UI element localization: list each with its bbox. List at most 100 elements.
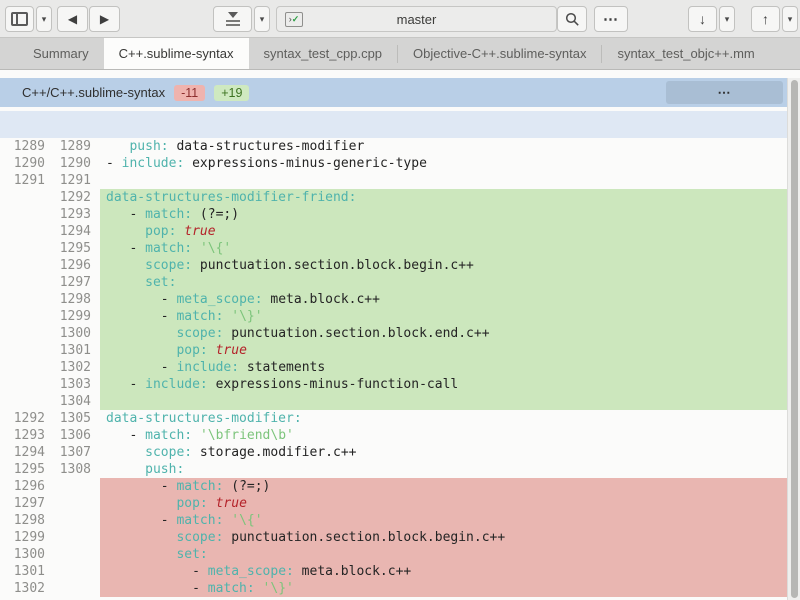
code-token	[192, 428, 200, 443]
diff-row: 1296 scope: punctuation.section.block.be…	[0, 257, 787, 274]
new-line-number: 1308	[45, 461, 91, 478]
new-line-number: 1295	[45, 240, 91, 257]
code-line: - meta_scope: meta.block.c++	[100, 563, 787, 580]
code-line: pop: true	[100, 342, 787, 359]
code-token: '\}'	[263, 581, 294, 596]
old-line-number: 1291	[0, 172, 45, 189]
overflow-menu-button[interactable]: ⋯	[594, 6, 628, 32]
code-token: match:	[176, 309, 223, 324]
file-options-button[interactable]: ⋯	[666, 81, 783, 104]
tab-bar: Summary C++.sublime-syntax syntax_test_c…	[0, 38, 800, 70]
branch-field[interactable]: ›✓	[276, 6, 557, 32]
code-token: '\{'	[231, 513, 262, 528]
code-token: match:	[176, 479, 223, 494]
old-line-number	[0, 223, 45, 240]
branch-input[interactable]	[277, 7, 556, 31]
tab-syntax-test-cpp[interactable]: syntax_test_cpp.cpp	[249, 38, 398, 69]
code-token: -	[106, 479, 176, 494]
push-dropdown[interactable]: ▾	[782, 6, 798, 32]
diff-row: 12921305data-structures-modifier:	[0, 410, 787, 427]
ellipsis-icon: ⋯	[718, 86, 732, 99]
diff-row: 1297 pop: true	[0, 495, 787, 512]
diff-row: 1302 - match: '\}'	[0, 580, 787, 597]
code-token: scope:	[145, 258, 192, 273]
code-token: match:	[176, 513, 223, 528]
chevron-down-icon: ▾	[42, 15, 47, 24]
code-token	[106, 445, 145, 460]
new-line-number	[45, 478, 91, 495]
code-token: true	[184, 224, 215, 239]
old-line-number	[0, 189, 45, 206]
old-line-number: 1298	[0, 512, 45, 529]
new-line-number	[45, 495, 91, 512]
ellipsis-icon: ⋯	[603, 12, 619, 27]
code-token: -	[106, 377, 145, 392]
old-line-number	[0, 291, 45, 308]
code-line: - match: '\{'	[100, 512, 787, 529]
tab-cpp-sublime-syntax[interactable]: C++.sublime-syntax	[104, 38, 249, 69]
code-token: meta.block.c++	[294, 564, 411, 579]
tabbar-gap	[0, 71, 800, 78]
code-token: meta.block.c++	[263, 292, 380, 307]
code-token: expressions-minus-function-call	[208, 377, 458, 392]
old-line-number	[0, 342, 45, 359]
code-token: expressions-minus-generic-type	[184, 156, 427, 171]
diff-row: 1299 - match: '\}'	[0, 308, 787, 325]
scrollbar-thumb[interactable]	[791, 80, 798, 598]
diff-row: 1296 - match: (?=;)	[0, 478, 787, 495]
code-token: storage.modifier.c++	[192, 445, 356, 460]
code-line	[100, 172, 787, 189]
file-path: C++/C++.sublime-syntax	[22, 85, 165, 100]
code-token: data-structures-modifier	[169, 139, 365, 154]
commit-button[interactable]	[213, 6, 252, 32]
diff-row: 1302 - include: statements	[0, 359, 787, 376]
sidebar-toggle-dropdown[interactable]: ▾	[36, 6, 52, 32]
sidebar-panel-icon	[11, 12, 28, 26]
push-button[interactable]: ↑	[751, 6, 780, 32]
old-line-number	[0, 376, 45, 393]
commit-dropdown[interactable]: ▾	[254, 6, 270, 32]
code-line: - include: expressions-minus-generic-typ…	[100, 155, 787, 172]
new-line-number: 1305	[45, 410, 91, 427]
commit-icon	[226, 12, 240, 26]
code-token: match:	[145, 207, 192, 222]
forward-button[interactable]: ▶	[89, 6, 120, 32]
code-token: -	[106, 292, 176, 307]
code-line: scope: punctuation.section.block.begin.c…	[100, 529, 787, 546]
code-token: meta_scope:	[208, 564, 294, 579]
forward-icon: ▶	[100, 12, 109, 26]
code-line: push: data-structures-modifier	[100, 138, 787, 155]
diff-row: 12911291	[0, 172, 787, 189]
code-token	[106, 275, 145, 290]
code-token	[208, 343, 216, 358]
code-token: -	[106, 360, 176, 375]
code-line: push:	[100, 461, 787, 478]
code-token: scope:	[176, 326, 223, 341]
hunk-separator	[0, 111, 787, 138]
pull-dropdown[interactable]: ▾	[719, 6, 735, 32]
old-line-number	[0, 240, 45, 257]
diff-row: 1293 - match: (?=;)	[0, 206, 787, 223]
new-line-number: 1294	[45, 223, 91, 240]
scrollbar[interactable]	[787, 78, 800, 600]
code-token: (?=;)	[223, 479, 270, 494]
sidebar-toggle-button[interactable]	[5, 6, 34, 32]
chevron-down-icon: ▾	[725, 15, 730, 24]
diff-row: 12951308 push:	[0, 461, 787, 478]
code-line: - include: expressions-minus-function-ca…	[100, 376, 787, 393]
chevron-down-icon: ▾	[260, 15, 265, 24]
tab-summary[interactable]: Summary	[18, 38, 104, 69]
back-button[interactable]: ◀	[57, 6, 88, 32]
code-token	[106, 547, 176, 562]
code-token: punctuation.section.block.begin.c++	[223, 530, 505, 545]
search-button[interactable]	[557, 6, 587, 32]
tab-syntax-test-objcpp[interactable]: syntax_test_objc++.mm	[602, 38, 769, 69]
old-line-number: 1294	[0, 444, 45, 461]
code-token: -	[106, 241, 145, 256]
new-line-number: 1291	[45, 172, 91, 189]
code-token	[106, 343, 176, 358]
code-line: data-structures-modifier-friend:	[100, 189, 787, 206]
file-header[interactable]: C++/C++.sublime-syntax -11 +19 ⋯	[0, 78, 787, 107]
pull-button[interactable]: ↓	[688, 6, 717, 32]
tab-objective-cpp-sublime-syntax[interactable]: Objective-C++.sublime-syntax	[398, 38, 601, 69]
